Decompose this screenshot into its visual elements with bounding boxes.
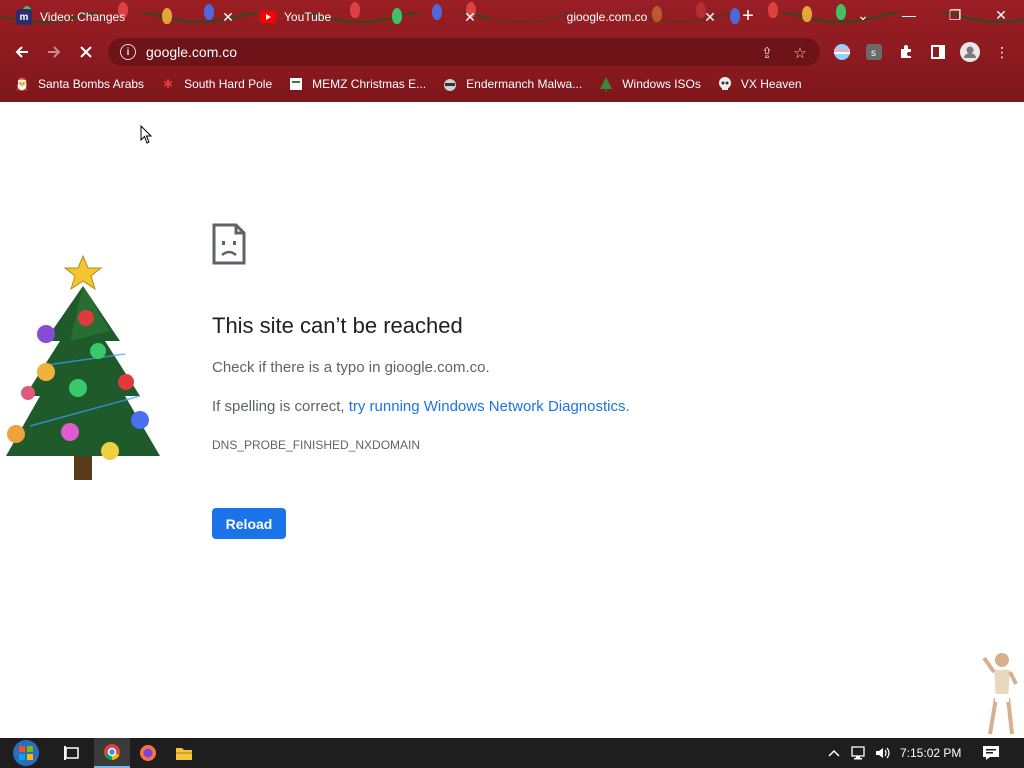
taskbar-file-explorer[interactable] xyxy=(166,738,202,768)
network-icon xyxy=(851,746,865,760)
browser-chrome: m Video: Changes ✕ YouTube ✕ gioogle.com… xyxy=(0,0,1024,102)
start-button[interactable] xyxy=(6,738,46,768)
task-view-icon xyxy=(64,746,79,760)
tab-title: gioogle.com.co xyxy=(566,10,648,24)
diagnostics-link[interactable]: try running Windows Network Diagnostics xyxy=(349,398,626,415)
close-tab-icon[interactable]: ✕ xyxy=(702,9,718,25)
skull-icon xyxy=(717,76,733,92)
bookmarks-bar: 🎅 Santa Bombs Arabs ✱ South Hard Pole ME… xyxy=(0,72,1024,96)
forward-button[interactable] xyxy=(42,40,66,64)
tree-icon xyxy=(598,76,614,92)
back-button[interactable] xyxy=(10,40,34,64)
bookmark-label: MEMZ Christmas E... xyxy=(312,77,427,91)
reload-button[interactable]: Reload xyxy=(212,508,286,539)
volume-button[interactable] xyxy=(874,745,892,761)
diagnostics-suffix: . xyxy=(625,398,630,415)
bookmark-santa-bombs[interactable]: 🎅 Santa Bombs Arabs xyxy=(14,76,145,92)
error-title: This site can’t be reached xyxy=(212,313,463,338)
page-content: This site can’t be reached Check if ther… xyxy=(0,102,1024,738)
m-app-icon: m xyxy=(16,9,32,25)
extension-s-icon[interactable]: s xyxy=(864,42,884,62)
tab-video-changes[interactable]: m Video: Changes ✕ xyxy=(6,2,244,32)
address-bar[interactable]: i google.com.co ⇪ ☆ xyxy=(108,38,820,66)
error-code: DNS_PROBE_FINISHED_NXDOMAIN xyxy=(212,438,421,452)
light-bulb xyxy=(802,6,812,22)
bookmark-endermanch[interactable]: Endermanch Malwa... xyxy=(442,76,582,92)
share-icon[interactable]: ⇪ xyxy=(758,44,776,62)
bookmark-star-icon[interactable]: ☆ xyxy=(791,44,809,62)
restore-button[interactable]: ❐ xyxy=(932,0,978,30)
window-close-button[interactable]: ✕ xyxy=(978,0,1024,30)
youtube-icon xyxy=(260,9,276,25)
toolbar: i google.com.co ⇪ ☆ s ⋮ xyxy=(0,36,1024,68)
error-diagnostics-hint: If spelling is correct, try running Wind… xyxy=(212,398,630,415)
system-clock[interactable]: 7:15:02 PM xyxy=(900,746,961,760)
side-panel-icon[interactable] xyxy=(928,42,948,62)
firefox-icon xyxy=(140,745,156,761)
taskbar-firefox[interactable] xyxy=(130,738,166,768)
profile-avatar-icon[interactable] xyxy=(960,42,980,62)
minimize-button[interactable]: — xyxy=(886,0,932,30)
bookmark-vx-heaven[interactable]: VX Heaven xyxy=(717,76,802,92)
menu-kebab-icon[interactable]: ⋮ xyxy=(992,42,1012,62)
close-tab-icon[interactable]: ✕ xyxy=(220,9,236,25)
dancing-figure-decoration xyxy=(982,653,1018,735)
bookmark-label: Santa Bombs Arabs xyxy=(38,77,145,91)
notification-icon xyxy=(983,746,999,760)
taskbar: 7:15:02 PM xyxy=(0,738,1024,768)
info-icon[interactable]: i xyxy=(120,44,136,60)
light-bulb xyxy=(768,2,778,18)
extensions-puzzle-icon[interactable] xyxy=(896,42,916,62)
tab-strip: m Video: Changes ✕ YouTube ✕ gioogle.com… xyxy=(0,0,1024,34)
bookmark-windows-isos[interactable]: Windows ISOs xyxy=(598,76,701,92)
chevron-up-icon xyxy=(828,749,840,757)
svg-text:s: s xyxy=(871,48,876,59)
stop-loading-button[interactable] xyxy=(74,40,98,64)
forward-arrow-icon xyxy=(48,46,61,58)
address-input[interactable]: google.com.co xyxy=(146,44,237,60)
raccoon-icon xyxy=(442,76,458,92)
tab-youtube[interactable]: YouTube ✕ xyxy=(250,2,486,32)
bookmark-label: Windows ISOs xyxy=(622,77,701,91)
close-tab-icon[interactable]: ✕ xyxy=(462,9,478,25)
action-center-button[interactable] xyxy=(982,745,1000,761)
bookmark-label: South Hard Pole xyxy=(184,77,273,91)
bookmark-south-hard-pole[interactable]: ✱ South Hard Pole xyxy=(160,76,272,92)
page-icon xyxy=(288,76,304,92)
stop-icon xyxy=(80,46,92,58)
diagnostics-prefix: If spelling is correct, xyxy=(212,398,349,415)
extension-flag-icon[interactable] xyxy=(832,42,852,62)
tab-title: Video: Changes xyxy=(40,10,126,24)
bookmark-label: Endermanch Malwa... xyxy=(466,77,583,91)
speaker-icon xyxy=(876,747,890,759)
mouse-cursor-icon xyxy=(140,125,153,144)
folder-icon xyxy=(176,748,192,760)
new-tab-button[interactable]: + xyxy=(738,5,758,27)
bookmark-label: VX Heaven xyxy=(740,77,802,91)
snowflake-icon: ✱ xyxy=(163,77,174,91)
task-view-button[interactable] xyxy=(54,738,90,768)
chrome-icon xyxy=(104,744,120,761)
show-hidden-icons-button[interactable] xyxy=(828,745,840,761)
sad-page-icon xyxy=(212,223,246,265)
santa-icon: 🎅 xyxy=(14,77,30,91)
windows-orb-icon xyxy=(13,740,39,766)
back-arrow-icon xyxy=(15,46,28,58)
network-button[interactable] xyxy=(850,745,868,761)
error-typo-hint: Check if there is a typo in gioogle.com.… xyxy=(212,359,490,376)
tab-search-button[interactable]: ⌄ xyxy=(840,0,886,30)
tab-title: YouTube xyxy=(284,10,332,24)
christmas-tree-decoration xyxy=(6,254,160,480)
bookmark-memz[interactable]: MEMZ Christmas E... xyxy=(288,76,426,92)
taskbar-chrome[interactable] xyxy=(94,738,130,768)
tab-gioogle[interactable]: gioogle.com.co ✕ xyxy=(488,2,726,32)
